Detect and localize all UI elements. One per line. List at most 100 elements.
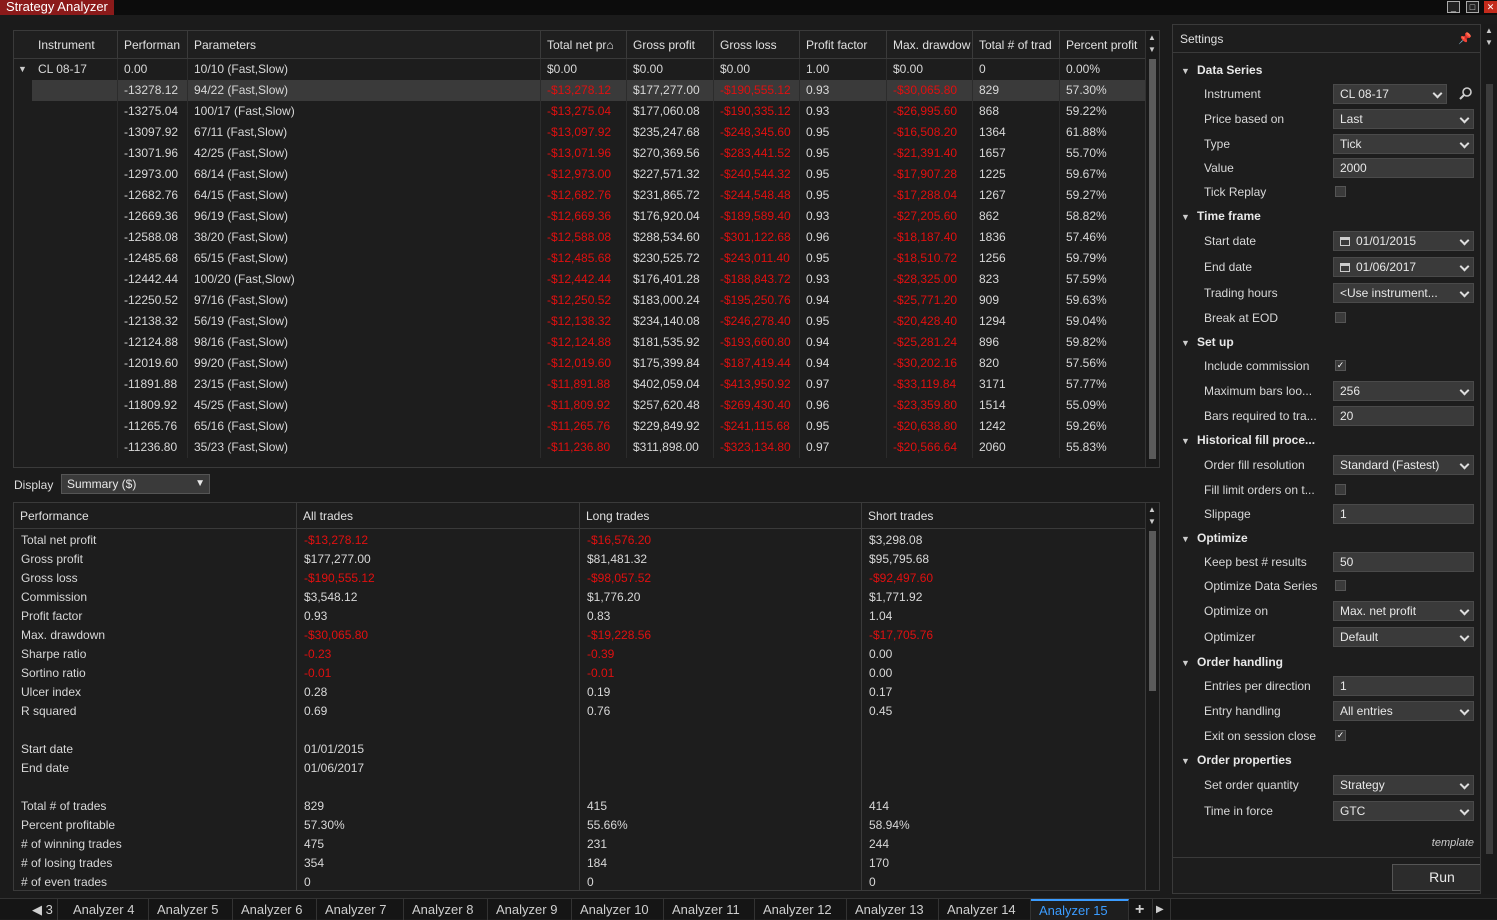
section-order-properties[interactable]: ▼ Order properties bbox=[1181, 750, 1292, 770]
scroll-up-icon[interactable]: ▲ bbox=[1148, 506, 1156, 514]
table-row[interactable]: -11265.76 65/16 (Fast,Slow) -$11,265.76 $22… bbox=[14, 416, 1146, 437]
column-header[interactable]: Total net pr⌂ bbox=[541, 31, 627, 59]
table-row[interactable]: -13278.12 94/22 (Fast,Slow) -$13,278.12 $17… bbox=[14, 80, 1146, 101]
keep-best-input[interactable]: 50 bbox=[1333, 552, 1474, 572]
start-date-picker[interactable]: 01/01/2015 bbox=[1333, 231, 1474, 251]
optimize-on-select[interactable]: Max. net profit bbox=[1333, 601, 1474, 621]
run-button[interactable]: Run bbox=[1392, 864, 1480, 891]
order-fill-select[interactable]: Standard (Fastest) bbox=[1333, 455, 1474, 475]
table-row[interactable]: -13071.96 42/25 (Fast,Slow) -$13,071.96 $27… bbox=[14, 143, 1146, 164]
column-header[interactable]: All trades bbox=[297, 503, 580, 529]
fill-limit-checkbox[interactable] bbox=[1335, 484, 1346, 495]
type-select[interactable]: Tick bbox=[1333, 134, 1474, 154]
minimize-button[interactable]: _ bbox=[1447, 1, 1460, 13]
time-in-force-select[interactable]: GTC bbox=[1333, 801, 1474, 821]
column-header[interactable]: Profit factor bbox=[800, 31, 887, 59]
entries-per-direction-input[interactable]: 1 bbox=[1333, 676, 1474, 696]
tab-analyzer-4[interactable]: Analyzer 4 bbox=[65, 899, 149, 920]
performance-scroll-thumb[interactable] bbox=[1149, 531, 1156, 691]
tab-analyzer-6[interactable]: Analyzer 6 bbox=[233, 899, 317, 920]
scroll-up-icon[interactable]: ▲ bbox=[1148, 34, 1156, 42]
tab-analyzer-15[interactable]: Analyzer 15 bbox=[1031, 899, 1129, 920]
tick-replay-checkbox[interactable] bbox=[1335, 186, 1346, 197]
price-based-on-select[interactable]: Last bbox=[1333, 109, 1474, 129]
section-order-handling[interactable]: ▼ Order handling bbox=[1181, 652, 1283, 672]
settings-scroll-thumb[interactable] bbox=[1486, 84, 1493, 854]
tab-analyzer-5[interactable]: Analyzer 5 bbox=[149, 899, 233, 920]
table-row[interactable]: -11809.92 45/25 (Fast,Slow) -$11,809.92 $25… bbox=[14, 395, 1146, 416]
performance-scrollbar[interactable]: ▲ ▼ bbox=[1145, 503, 1159, 890]
tab-analyzer-12[interactable]: Analyzer 12 bbox=[755, 899, 847, 920]
column-header[interactable]: Instrument bbox=[32, 31, 118, 59]
pin-icon[interactable]: 📌 bbox=[1458, 25, 1472, 53]
column-header[interactable]: Long trades bbox=[580, 503, 862, 529]
scroll-down-icon[interactable]: ▼ bbox=[1148, 518, 1156, 526]
table-row[interactable]: -12485.68 65/15 (Fast,Slow) -$12,485.68 $23… bbox=[14, 248, 1146, 269]
bars-required-input[interactable]: 20 bbox=[1333, 406, 1474, 426]
table-row[interactable]: -12973.00 68/14 (Fast,Slow) -$12,973.00 $22… bbox=[14, 164, 1146, 185]
scroll-down-icon[interactable]: ▼ bbox=[1148, 46, 1156, 54]
tab-analyzer-9[interactable]: Analyzer 9 bbox=[488, 899, 572, 920]
optimizer-select[interactable]: Default bbox=[1333, 627, 1474, 647]
table-row[interactable]: -13275.04 100/17 (Fast,Slow) -$13,275.04 $1… bbox=[14, 101, 1146, 122]
table-row[interactable]: -12019.60 99/20 (Fast,Slow) -$12,019.60 $17… bbox=[14, 353, 1146, 374]
trading-hours-select[interactable]: <Use instrument... bbox=[1333, 283, 1474, 303]
section-optimize[interactable]: ▼ Optimize bbox=[1181, 528, 1248, 548]
search-icon[interactable] bbox=[1459, 86, 1473, 100]
table-row[interactable]: -12442.44 100/20 (Fast,Slow) -$12,442.44 $1… bbox=[14, 269, 1146, 290]
column-header[interactable]: Gross profit bbox=[627, 31, 714, 59]
table-row[interactable]: -13097.92 67/11 (Fast,Slow) -$13,097.92 $23… bbox=[14, 122, 1146, 143]
tab-analyzer-10[interactable]: Analyzer 10 bbox=[572, 899, 664, 920]
optimize-ds-checkbox[interactable] bbox=[1335, 580, 1346, 591]
settings-scrollbar[interactable]: ▲ ▼ bbox=[1483, 24, 1497, 894]
break-eod-checkbox[interactable] bbox=[1335, 312, 1346, 323]
column-header[interactable]: Max. drawdow bbox=[887, 31, 973, 59]
include-commission-checkbox[interactable]: ✓ bbox=[1335, 360, 1346, 371]
display-select[interactable]: Summary ($) ▼ bbox=[61, 474, 210, 494]
close-button[interactable]: ✕ bbox=[1484, 1, 1497, 13]
exit-session-checkbox[interactable]: ✓ bbox=[1335, 730, 1346, 741]
column-header[interactable]: Total # of trad bbox=[973, 31, 1060, 59]
entry-handling-select[interactable]: All entries bbox=[1333, 701, 1474, 721]
expand-icon[interactable]: ▼ bbox=[18, 59, 27, 80]
add-tab-icon[interactable]: + bbox=[1129, 899, 1153, 920]
grid-scroll-thumb[interactable] bbox=[1149, 59, 1156, 459]
column-header[interactable]: Short trades bbox=[862, 503, 1146, 529]
tab-analyzer-8[interactable]: Analyzer 8 bbox=[404, 899, 488, 920]
maximize-button[interactable]: □ bbox=[1466, 1, 1479, 13]
chevron-right-icon[interactable]: ▶ bbox=[1153, 899, 1171, 920]
table-row[interactable]: -12124.88 98/16 (Fast,Slow) -$12,124.88 $18… bbox=[14, 332, 1146, 353]
table-row[interactable]: -12250.52 97/16 (Fast,Slow) -$12,250.52 $18… bbox=[14, 290, 1146, 311]
column-header[interactable]: Performan bbox=[118, 31, 188, 59]
table-row[interactable]: -11236.80 35/23 (Fast,Slow) -$11,236.80 $31… bbox=[14, 437, 1146, 458]
section-historical-fill[interactable]: ▼ Historical fill proce... bbox=[1181, 430, 1315, 450]
section-time-frame[interactable]: ▼ Time frame bbox=[1181, 206, 1261, 226]
column-header[interactable]: Parameters bbox=[188, 31, 541, 59]
tab-scroll-left[interactable]: ◀ 3 bbox=[28, 899, 58, 920]
grid-scrollbar[interactable]: ▲ ▼ bbox=[1145, 31, 1159, 467]
table-row[interactable]: -12669.36 96/19 (Fast,Slow) -$12,669.36 $17… bbox=[14, 206, 1146, 227]
table-row[interactable]: -12682.76 64/15 (Fast,Slow) -$12,682.76 $23… bbox=[14, 185, 1146, 206]
template-link[interactable]: template bbox=[1432, 837, 1474, 849]
slippage-input[interactable]: 1 bbox=[1333, 504, 1474, 524]
table-row[interactable]: -11891.88 23/15 (Fast,Slow) -$11,891.88 $40… bbox=[14, 374, 1146, 395]
tab-analyzer-7[interactable]: Analyzer 7 bbox=[317, 899, 404, 920]
column-header[interactable]: Gross loss bbox=[714, 31, 800, 59]
section-data-series[interactable]: ▼ Data Series bbox=[1181, 60, 1262, 80]
column-header[interactable]: Percent profit bbox=[1060, 31, 1146, 59]
table-row[interactable]: -12138.32 56/19 (Fast,Slow) -$12,138.32 $23… bbox=[14, 311, 1146, 332]
section-setup[interactable]: ▼ Set up bbox=[1181, 332, 1234, 352]
scroll-down-icon[interactable]: ▼ bbox=[1485, 39, 1493, 47]
tab-analyzer-13[interactable]: Analyzer 13 bbox=[847, 899, 939, 920]
scroll-up-icon[interactable]: ▲ bbox=[1485, 27, 1493, 35]
tab-analyzer-11[interactable]: Analyzer 11 bbox=[664, 899, 755, 920]
parent-row[interactable]: ▼ CL 08-17 0.00 10/10 (Fast,Slow) $0.00 $0.00… bbox=[14, 59, 1146, 80]
tab-analyzer-14[interactable]: Analyzer 14 bbox=[939, 899, 1031, 920]
instrument-select[interactable]: CL 08-17 bbox=[1333, 84, 1447, 104]
end-date-picker[interactable]: 01/06/2017 bbox=[1333, 257, 1474, 277]
table-row[interactable]: -12588.08 38/20 (Fast,Slow) -$12,588.08 $28… bbox=[14, 227, 1146, 248]
order-quantity-select[interactable]: Strategy bbox=[1333, 775, 1474, 795]
max-bars-select[interactable]: 256 bbox=[1333, 381, 1474, 401]
column-header[interactable]: Performance bbox=[14, 503, 297, 529]
value-input[interactable]: 2000 bbox=[1333, 158, 1474, 178]
